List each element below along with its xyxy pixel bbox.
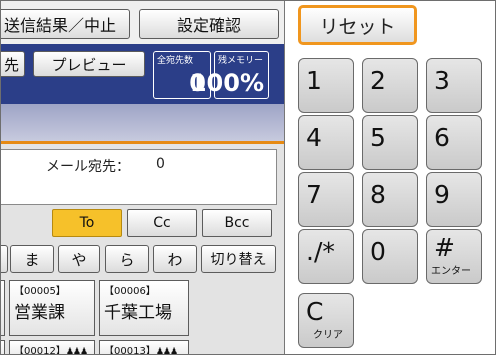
key-label: 9: [434, 180, 450, 209]
key-label: C: [306, 297, 324, 326]
key-4[interactable]: 4: [298, 115, 354, 170]
tab-to[interactable]: To: [52, 209, 122, 237]
operation-screen: 送信結果／中止 設定確認 先 プレビュー 全宛先数 0 残メモリー 100% メ…: [1, 1, 284, 355]
address-entry-group[interactable]: 【00012】♟♟♟: [9, 340, 95, 355]
key-label: 4: [306, 123, 322, 152]
address-entry-number: 【00006】: [104, 286, 156, 297]
divider-line: [1, 141, 284, 144]
address-entry-group[interactable]: 【00013】♟♟♟: [99, 340, 189, 355]
key-label: 7: [306, 180, 322, 209]
memory-counter-label: 残メモリー: [218, 56, 264, 66]
key-9[interactable]: 9: [426, 172, 482, 227]
key-sublabel: クリア: [313, 330, 343, 341]
key-label: ./*: [306, 237, 335, 266]
key-label: 1: [306, 66, 322, 95]
key-label: 2: [370, 66, 386, 95]
clear-key[interactable]: C クリア: [298, 293, 354, 348]
key-label: 0: [370, 237, 386, 266]
key-5[interactable]: 5: [362, 115, 418, 170]
key-0[interactable]: 0: [362, 229, 418, 284]
key-label: 8: [370, 180, 386, 209]
address-entry-partial[interactable]: [1, 340, 5, 354]
key-sublabel: エンター: [431, 266, 471, 277]
address-entry[interactable]: 【00006】 千葉工場: [99, 280, 189, 336]
key-label: 6: [434, 123, 450, 152]
key-8[interactable]: 8: [362, 172, 418, 227]
mail-destination-count: 0: [156, 156, 165, 172]
transmission-status-button[interactable]: 送信結果／中止: [1, 9, 130, 39]
copier-panel: 送信結果／中止 設定確認 先 プレビュー 全宛先数 0 残メモリー 100% メ…: [0, 0, 496, 355]
key-label: 5: [370, 123, 386, 152]
memory-counter-value: 100%: [189, 69, 264, 97]
address-entry-name: 千葉工場: [104, 303, 172, 323]
key-label: 3: [434, 66, 450, 95]
tab-cc[interactable]: Cc: [127, 209, 197, 237]
address-entry-number: 【00013】♟♟♟: [104, 346, 178, 355]
index-key-wa[interactable]: わ: [153, 245, 197, 273]
tab-bcc[interactable]: Bcc: [202, 209, 272, 237]
key-label: #: [434, 233, 455, 262]
destination-button[interactable]: 先: [1, 51, 25, 77]
key-hash-enter[interactable]: # エンター: [426, 229, 482, 284]
mail-destination-field[interactable]: メール宛先： 0: [1, 149, 277, 205]
gradient-band: [1, 104, 284, 141]
group-icon: ♟♟♟: [65, 347, 88, 355]
memory-counter: 残メモリー 100%: [190, 51, 269, 99]
address-entry-number: 【00012】♟♟♟: [14, 346, 88, 355]
key-3[interactable]: 3: [426, 58, 482, 113]
key-7[interactable]: 7: [298, 172, 354, 227]
index-key-ya[interactable]: や: [58, 245, 100, 273]
destination-counter-label: 全宛先数: [157, 56, 194, 66]
key-1[interactable]: 1: [298, 58, 354, 113]
index-key-ra[interactable]: ら: [105, 245, 149, 273]
switch-button[interactable]: 切り替え: [201, 245, 276, 273]
reset-button[interactable]: リセット: [298, 5, 417, 45]
mail-destination-label: メール宛先：: [46, 159, 130, 175]
settings-check-button[interactable]: 設定確認: [139, 9, 279, 39]
group-icon: ♟♟♟: [155, 347, 178, 355]
key-6[interactable]: 6: [426, 115, 482, 170]
address-entry-number: 【00005】: [14, 286, 66, 297]
index-key-partial[interactable]: [1, 245, 8, 273]
address-entry-partial[interactable]: [1, 280, 5, 336]
key-2[interactable]: 2: [362, 58, 418, 113]
key-dot-star[interactable]: ./*: [298, 229, 354, 284]
index-key-ma[interactable]: ま: [10, 245, 54, 273]
address-entry[interactable]: 【00005】 営業課: [9, 280, 95, 336]
preview-button[interactable]: プレビュー: [33, 51, 145, 77]
address-entry-name: 営業課: [14, 303, 65, 323]
numeric-keypad: リセット 1 2 3 4 5 6 7 8 9 ./* 0 # エンター C クリ…: [285, 1, 495, 354]
